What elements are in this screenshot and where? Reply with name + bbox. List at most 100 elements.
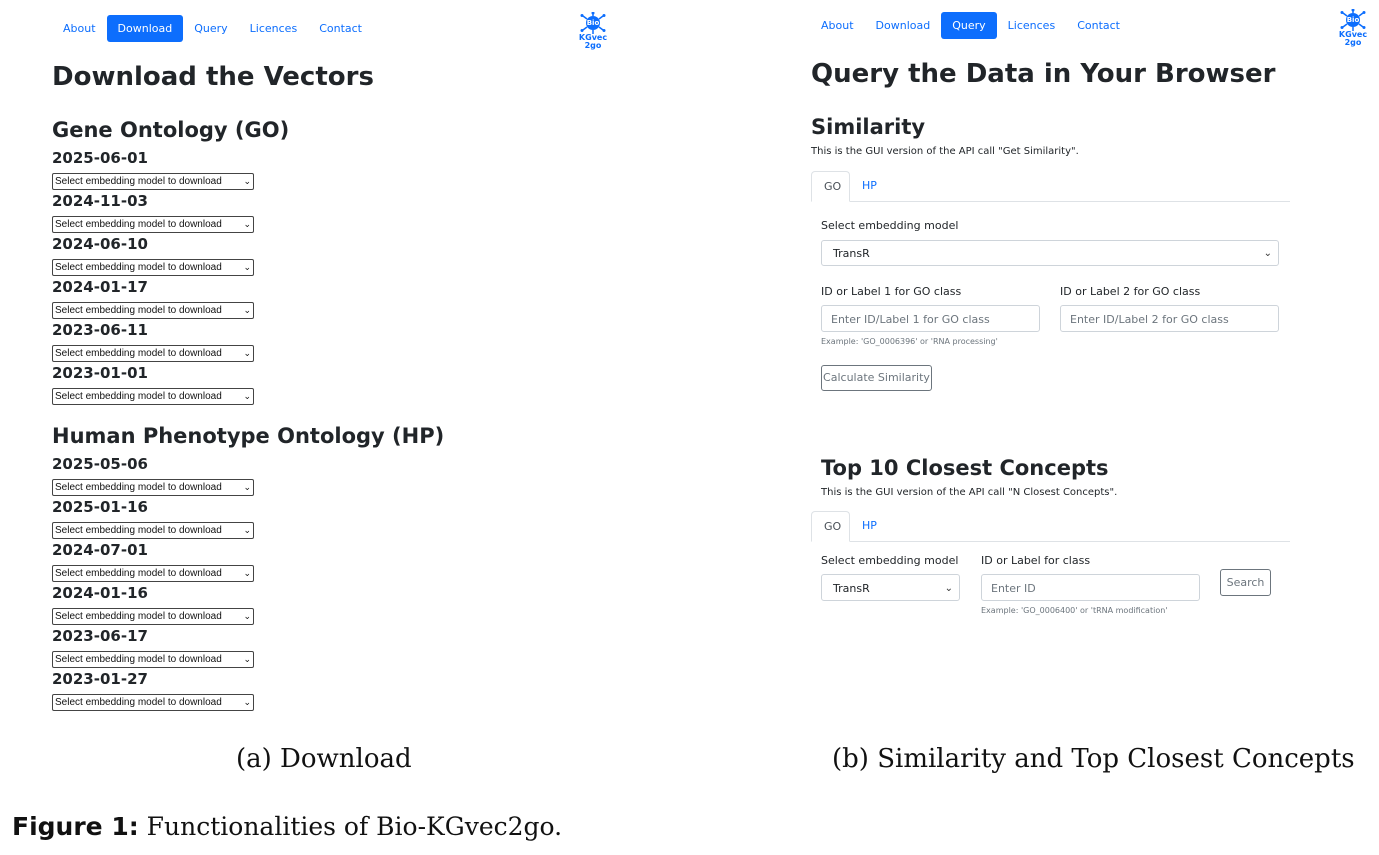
select-placeholder: Select embedding model to download (55, 219, 222, 230)
chevron-down-icon: ⌄ (243, 348, 251, 358)
chevron-down-icon: ⌄ (243, 219, 251, 229)
model-download-select[interactable]: Select embedding model to download ⌄ (52, 216, 254, 233)
select-placeholder: Select embedding model to download (55, 525, 222, 536)
similarity-tabs: GO HP (811, 171, 1290, 202)
select-placeholder: Select embedding model to download (55, 697, 222, 708)
model-download-select[interactable]: Select embedding model to download ⌄ (52, 345, 254, 362)
chevron-down-icon: ⌄ (243, 482, 251, 492)
version-date: 2024-01-16 (52, 584, 148, 602)
tab-go[interactable]: GO (811, 511, 850, 542)
closest-tabs: GO HP (811, 511, 1290, 542)
select-placeholder: Select embedding model to download (55, 348, 222, 359)
model-download-select[interactable]: Select embedding model to download ⌄ (52, 608, 254, 625)
model-download-select[interactable]: Select embedding model to download ⌄ (52, 388, 254, 405)
model-download-select[interactable]: Select embedding model to download ⌄ (52, 302, 254, 319)
class-id-input[interactable]: Enter ID (981, 574, 1200, 601)
figure-label: Figure 1: (12, 812, 139, 841)
selected-model: TransR (833, 582, 870, 595)
model-download-select[interactable]: Select embedding model to download ⌄ (52, 259, 254, 276)
id2-label: ID or Label 2 for GO class (1060, 285, 1201, 298)
chevron-down-icon: ⌄ (243, 611, 251, 621)
chevron-down-icon: ⌄ (243, 697, 251, 707)
page-title: Download the Vectors (52, 62, 374, 92)
nav-contact[interactable]: Contact (308, 15, 373, 42)
select-placeholder: Select embedding model to download (55, 568, 222, 579)
page-title: Query the Data in Your Browser (811, 59, 1276, 89)
go-heading: Gene Ontology (GO) (52, 118, 290, 142)
subfigure-caption-a: (a) Download (236, 744, 412, 774)
logo-text-2go: 2go (1344, 38, 1362, 47)
select-placeholder: Select embedding model to download (55, 482, 222, 493)
version-date: 2023-01-01 (52, 364, 148, 382)
nav-about[interactable]: About (52, 15, 107, 42)
chevron-down-icon: ⌄ (243, 305, 251, 315)
tab-hp[interactable]: HP (850, 511, 889, 541)
closest-description: This is the GUI version of the API call … (821, 487, 1118, 498)
chevron-down-icon: ⌄ (243, 176, 251, 186)
nav-licences[interactable]: Licences (997, 12, 1067, 39)
version-date: 2023-06-17 (52, 627, 148, 645)
select-placeholder: Select embedding model to download (55, 262, 222, 273)
selected-model: TransR (833, 247, 870, 260)
version-date: 2024-01-17 (52, 278, 148, 296)
logo-text-bio: Bio (1346, 16, 1360, 24)
bio-kgvec2go-logo[interactable]: Bio KGvec 2go (578, 12, 608, 52)
nav-query[interactable]: Query (941, 12, 997, 39)
logo-text-2go: 2go (584, 41, 602, 50)
embedding-model-select[interactable]: TransR ⌄ (821, 240, 1279, 266)
chevron-down-icon: ⌄ (243, 525, 251, 535)
model-download-select[interactable]: Select embedding model to download ⌄ (52, 479, 254, 496)
calculate-similarity-button[interactable]: Calculate Similarity (821, 365, 932, 391)
chevron-down-icon: ⌄ (243, 262, 251, 272)
version-date: 2023-01-27 (52, 670, 148, 688)
query-panel: About Download Query Licences Contact Bi… (690, 0, 1379, 740)
model-download-select[interactable]: Select embedding model to download ⌄ (52, 565, 254, 582)
figure-text: Functionalities of Bio-KGvec2go. (138, 812, 563, 841)
version-date: 2025-05-06 (52, 455, 148, 473)
nav-query[interactable]: Query (183, 15, 238, 42)
version-date: 2025-06-01 (52, 149, 148, 167)
id2-input[interactable]: Enter ID/Label 2 for GO class (1060, 305, 1279, 332)
select-placeholder: Select embedding model to download (55, 305, 222, 316)
select-placeholder: Select embedding model to download (55, 611, 222, 622)
subfigure-caption-b: (b) Similarity and Top Closest Concepts (832, 744, 1355, 774)
tab-go[interactable]: GO (811, 171, 850, 202)
nav-contact[interactable]: Contact (1066, 12, 1131, 39)
select-placeholder: Select embedding model to download (55, 176, 222, 187)
model-label: Select embedding model (821, 554, 959, 567)
id1-input[interactable]: Enter ID/Label 1 for GO class (821, 305, 1040, 332)
model-download-select[interactable]: Select embedding model to download ⌄ (52, 522, 254, 539)
version-date: 2024-11-03 (52, 192, 148, 210)
select-placeholder: Select embedding model to download (55, 391, 222, 402)
version-date: 2025-01-16 (52, 498, 148, 516)
bio-kgvec2go-logo[interactable]: Bio KGvec 2go (1338, 9, 1368, 49)
download-panel: About Download Query Licences Contact Bi… (0, 0, 690, 740)
select-placeholder: Select embedding model to download (55, 654, 222, 665)
nav-download[interactable]: Download (106, 15, 184, 42)
chevron-down-icon: ⌄ (243, 391, 251, 401)
model-download-select[interactable]: Select embedding model to download ⌄ (52, 173, 254, 190)
similarity-heading: Similarity (811, 115, 926, 139)
example-hint: Example: 'GO_0006396' or 'RNA processing… (821, 337, 998, 346)
id-label: ID or Label for class (981, 554, 1091, 567)
model-download-select[interactable]: Select embedding model to download ⌄ (52, 651, 254, 668)
embedding-model-select[interactable]: TransR ⌄ (821, 574, 960, 601)
nav-download[interactable]: Download (865, 12, 942, 39)
example-hint: Example: 'GO_0006400' or 'tRNA modificat… (981, 606, 1168, 615)
figure-caption: Figure 1: Functionalities of Bio-KGvec2g… (12, 812, 562, 841)
chevron-down-icon: ⌄ (243, 568, 251, 578)
navbar-b: About Download Query Licences Contact (810, 12, 1131, 39)
logo-text-bio: Bio (586, 19, 600, 27)
search-button[interactable]: Search (1220, 569, 1271, 596)
version-date: 2024-06-10 (52, 235, 148, 253)
tab-hp[interactable]: HP (850, 171, 889, 201)
chevron-down-icon: ⌄ (243, 654, 251, 664)
nav-about[interactable]: About (810, 12, 865, 39)
hp-heading: Human Phenotype Ontology (HP) (52, 424, 445, 448)
nav-licences[interactable]: Licences (239, 15, 309, 42)
model-label: Select embedding model (821, 219, 959, 232)
navbar-a: About Download Query Licences Contact (52, 15, 373, 42)
id1-label: ID or Label 1 for GO class (821, 285, 962, 298)
model-download-select[interactable]: Select embedding model to download ⌄ (52, 694, 254, 711)
closest-heading: Top 10 Closest Concepts (821, 456, 1109, 480)
